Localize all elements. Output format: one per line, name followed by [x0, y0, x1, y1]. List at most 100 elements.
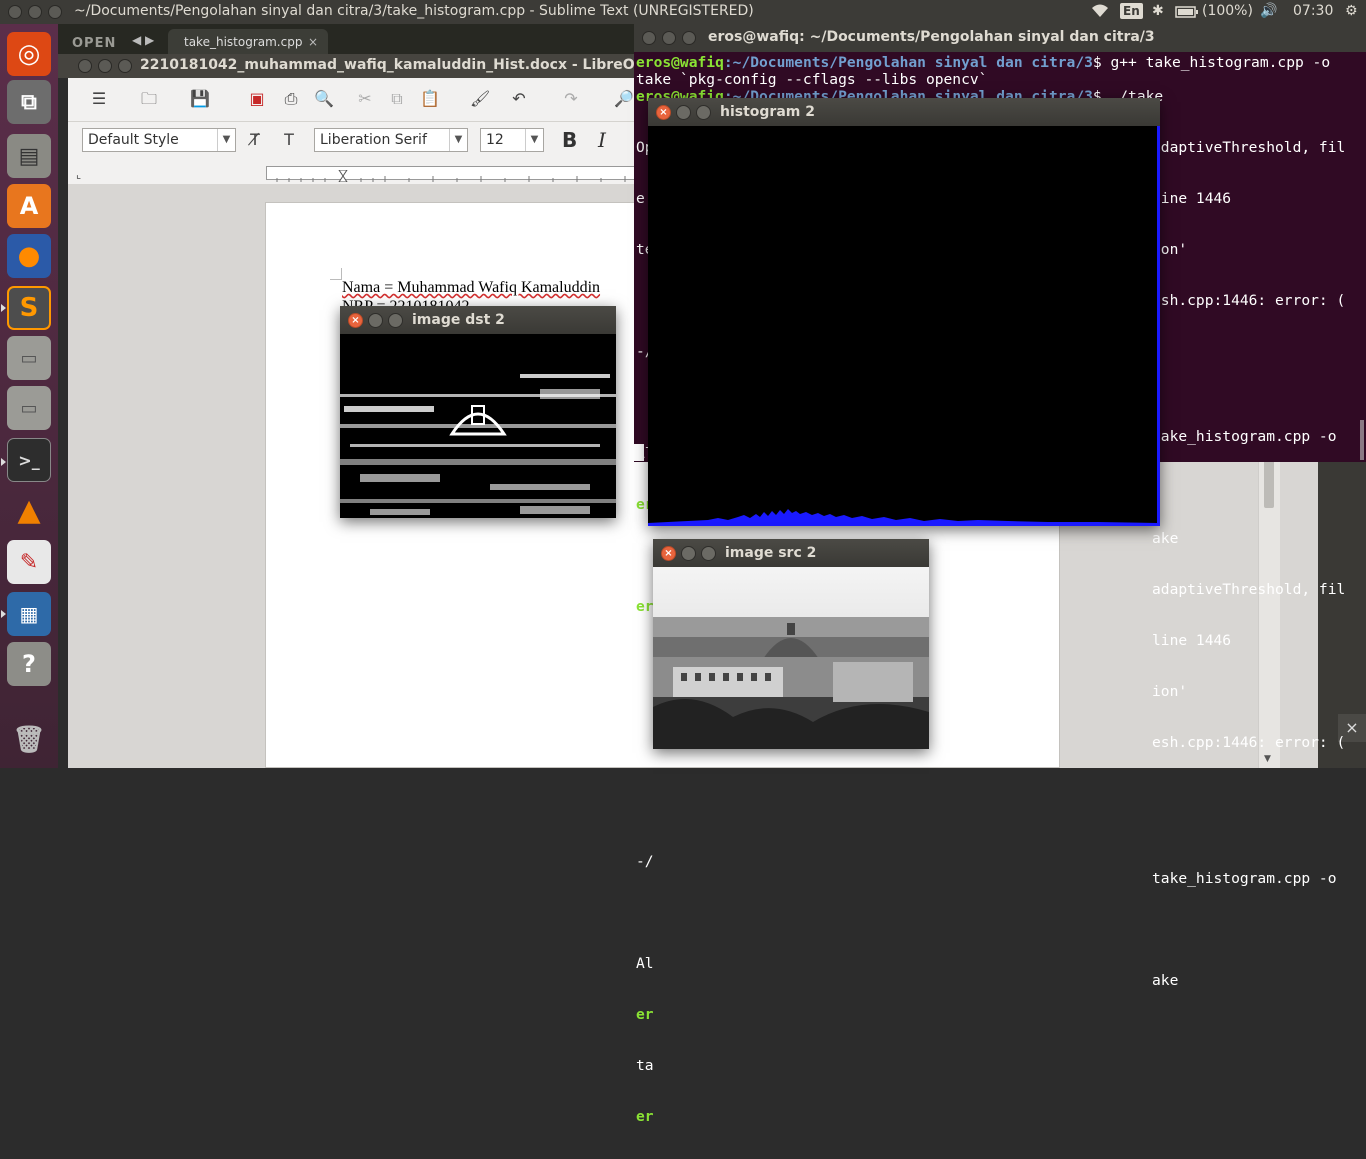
libreoffice-titlebar: 2210181042_muhammad_wafiq_kamaluddin_His…: [58, 54, 723, 78]
settings-gear-icon[interactable]: ⚙: [1345, 3, 1358, 19]
minimize-icon[interactable]: [368, 313, 383, 328]
maximize-icon[interactable]: [388, 313, 403, 328]
workspace-switcher-icon[interactable]: ⧉: [7, 80, 51, 124]
sublime-text-icon[interactable]: S: [7, 286, 51, 330]
lo-close-button[interactable]: [78, 59, 92, 73]
terminal-output-line: ta: [636, 1057, 654, 1074]
image-src-titlebar: × image src 2: [653, 539, 929, 567]
font-size-select[interactable]: 12 ▼: [480, 128, 544, 152]
trash-icon[interactable]: 🗑: [7, 718, 51, 762]
terminal-minimize-button[interactable]: [662, 31, 676, 45]
minimize-window-button[interactable]: [28, 5, 42, 19]
tab-close-icon[interactable]: ×: [308, 35, 318, 49]
minimize-icon[interactable]: [681, 546, 696, 561]
terminal-close-button[interactable]: [642, 31, 656, 45]
software-center-icon[interactable]: A: [7, 184, 51, 228]
histogram-title: histogram 2: [720, 104, 815, 120]
bluetooth-icon[interactable]: ✱: [1152, 3, 1164, 19]
terminal-output-line: take_histogram.cpp -o: [1152, 870, 1337, 887]
histogram-window[interactable]: × histogram 2: [648, 98, 1160, 526]
keyboard-layout-indicator[interactable]: En: [1120, 3, 1143, 19]
files-icon[interactable]: ▤: [7, 134, 51, 178]
terminal-line-1: eros@wafiq:~/Documents/Pengolahan sinyal…: [636, 54, 1330, 71]
update-style-icon[interactable]: T̸: [246, 131, 264, 149]
terminal-output-line: ion': [1152, 241, 1188, 258]
tab-stop-icon[interactable]: ⌞: [76, 168, 81, 181]
redo-icon[interactable]: ↷: [562, 90, 580, 108]
terminal-titlebar: eros@wafiq: ~/Documents/Pengolahan sinya…: [634, 24, 1366, 52]
image-src-title: image src 2: [725, 545, 817, 561]
image-dst-title: image dst 2: [412, 312, 505, 328]
font-name-value: Liberation Serif: [320, 132, 427, 148]
print-preview-icon[interactable]: 🔍: [314, 90, 334, 108]
cut-icon[interactable]: ✂: [356, 90, 374, 108]
maximize-icon[interactable]: [701, 546, 716, 561]
vlc-icon[interactable]: ▲: [7, 488, 51, 532]
wifi-icon[interactable]: [1090, 3, 1110, 23]
close-icon[interactable]: ×: [348, 313, 363, 328]
tab-nav-arrows-icon[interactable]: ◀ ▶: [132, 33, 154, 47]
terminal-output-line: ake: [1152, 530, 1179, 547]
histogram-canvas: [648, 126, 1160, 526]
libreoffice-writer-icon[interactable]: ▦: [7, 592, 51, 636]
undo-icon[interactable]: ↶: [510, 90, 528, 108]
chevron-down-icon: ▼: [525, 129, 543, 151]
terminal-icon[interactable]: >_: [7, 438, 51, 482]
find-icon[interactable]: 🔎: [614, 90, 634, 108]
horizontal-ruler[interactable]: [266, 166, 638, 183]
maximize-window-button[interactable]: [48, 5, 62, 19]
terminal-output-right: adaptiveThreshold, fil line 1446 ion' es…: [1152, 105, 1345, 1023]
battery-percent: (100%): [1202, 3, 1253, 19]
drive-icon[interactable]: ▭: [7, 336, 51, 380]
font-name-select[interactable]: Liberation Serif ▼: [314, 128, 468, 152]
clock[interactable]: 07:30: [1293, 3, 1333, 19]
histogram-titlebar: × histogram 2: [648, 98, 1160, 126]
page-margin-corner: [330, 268, 342, 280]
lo-maximize-button[interactable]: [118, 59, 132, 73]
open-folder-icon[interactable]: 🗀: [140, 90, 158, 108]
volume-icon[interactable]: 🔊: [1260, 3, 1277, 19]
drive-icon-2[interactable]: ▭: [7, 386, 51, 430]
image-dst-window[interactable]: × image dst 2: [340, 306, 616, 518]
doc-text-line-name[interactable]: Nama = Muhammad Wafiq Kamaluddin: [342, 279, 600, 297]
lo-minimize-button[interactable]: [98, 59, 112, 73]
open-files-label: OPEN: [72, 36, 117, 51]
running-indicator-terminal: [1, 458, 6, 466]
running-indicator: [1, 304, 6, 312]
tab-take-histogram[interactable]: take_histogram.cpp ×: [168, 29, 328, 54]
document-viewer-icon[interactable]: ✎: [7, 540, 51, 584]
terminal-output-line: te: [636, 751, 654, 768]
italic-button[interactable]: I: [598, 128, 606, 152]
image-dst-titlebar: × image dst 2: [340, 306, 616, 334]
close-window-button[interactable]: [8, 5, 22, 19]
sidebar-toggle-icon[interactable]: ☰: [90, 90, 108, 108]
ubuntu-dash-icon[interactable]: ◎: [7, 32, 51, 76]
paragraph-style-select[interactable]: Default Style ▼: [82, 128, 236, 152]
save-icon[interactable]: 💾: [190, 90, 210, 108]
terminal-cursor: [634, 444, 644, 461]
image-src-window[interactable]: × image src 2: [653, 539, 929, 749]
terminal-output-line: er: [636, 1006, 654, 1023]
terminal-output-line: er: [636, 1108, 654, 1125]
histogram-curve: [648, 509, 1157, 523]
new-style-icon[interactable]: T: [280, 131, 298, 149]
bold-button[interactable]: B: [562, 128, 577, 152]
print-icon[interactable]: ⎙: [282, 90, 300, 108]
help-icon[interactable]: ?: [7, 642, 51, 686]
terminal-output-line: ake: [1152, 972, 1179, 989]
prompt-path: :~/Documents/Pengolahan sinyal dan citra…: [723, 54, 1093, 71]
export-pdf-icon[interactable]: ▣: [248, 90, 266, 108]
maximize-icon[interactable]: [696, 105, 711, 120]
close-icon[interactable]: ×: [661, 546, 676, 561]
terminal-output-line: adaptiveThreshold, fil: [1152, 581, 1346, 598]
paste-icon[interactable]: 📋: [420, 90, 440, 108]
terminal-scrollbar[interactable]: [1360, 420, 1364, 460]
chevron-down-icon: ▼: [217, 129, 235, 151]
copy-icon[interactable]: ⧉: [388, 90, 406, 108]
firefox-icon[interactable]: ●: [7, 234, 51, 278]
minimize-icon[interactable]: [676, 105, 691, 120]
terminal-maximize-button[interactable]: [682, 31, 696, 45]
clone-formatting-icon[interactable]: 🖌: [470, 90, 490, 108]
battery-icon[interactable]: [1175, 5, 1199, 23]
close-icon[interactable]: ×: [656, 105, 671, 120]
